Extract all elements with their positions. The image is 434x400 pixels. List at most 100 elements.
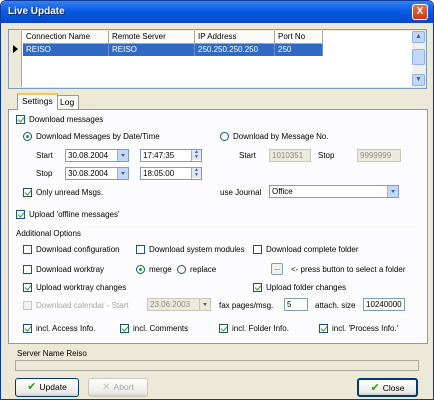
download-complete-folder-label: Download complete folder [266,245,359,254]
update-button[interactable]: ✔ Update [15,378,79,397]
journal-select[interactable]: Office [269,185,399,198]
chevron-down-icon[interactable] [387,186,398,197]
msg-stop-field[interactable]: 9999999 [357,149,401,162]
divider [13,316,423,317]
spinner-icon[interactable]: ▲ ▼ [191,168,201,179]
cell-port-no[interactable]: 250 [275,44,323,56]
server-name-status: Server Name Reiso [17,349,87,358]
download-system-modules-label: Download system modules [149,245,245,254]
stop-time-field[interactable]: 18:05:00 ▲ ▼ [140,167,202,180]
stop-label: Stop [36,169,53,178]
upload-folder-changes-label: Upload folder changes [266,283,347,292]
download-system-modules-checkbox[interactable] [136,245,145,254]
calendar-start-picker[interactable]: 23.06.2003 [147,298,211,311]
grid-scrollbar[interactable]: ▲ ▼ [412,31,425,87]
incl-process-info-checkbox[interactable] [319,324,328,333]
incl-process-info-label: incl. 'Process Info.' [332,324,399,333]
msg-stop-label: Stop [318,151,335,160]
incl-access-info-label: incl. Access Info. [36,324,96,333]
additional-options-heading: Additional Options [16,229,81,238]
update-button-label: Update [39,382,67,392]
use-journal-label: use Journal [220,188,262,197]
upload-offline-label: Upload 'offline messages' [29,210,120,219]
incl-comments-label: incl. Comments [133,324,189,333]
by-number-radio[interactable] [220,132,229,141]
start-time-value: 17:47:35 [143,151,175,160]
divider [13,203,423,204]
attach-size-label: attach. size [315,301,356,310]
download-configuration-checkbox[interactable] [23,245,32,254]
merge-radio[interactable] [136,265,145,274]
by-date-radio[interactable] [23,132,32,141]
fax-pages-label: fax pages/msg. [219,301,274,310]
upload-offline-checkbox[interactable] [16,210,25,219]
journal-value: Office [272,187,293,196]
divider [13,224,423,225]
tab-settings[interactable]: Settings [17,93,58,110]
start-label: Start [36,151,53,160]
column-header-remote-server[interactable]: Remote Server [109,31,195,44]
column-header-port-no[interactable]: Port No [275,31,323,44]
download-worktray-checkbox[interactable] [23,265,32,274]
fax-pages-field[interactable]: 5 [284,298,308,311]
incl-folder-info-label: incl. Folder Info. [232,324,289,333]
window-title: Live Update [8,6,65,17]
start-date-value: 30.08.2004 [68,151,109,160]
scroll-down-icon[interactable]: ▼ [412,74,425,86]
cell-remote-server[interactable]: REISO [109,44,195,56]
title-bar[interactable]: Live Update X [1,1,433,23]
browse-folder-button[interactable]: ... [271,263,283,275]
column-header-connection-name[interactable]: Connection Name [23,31,109,44]
check-icon: ✔ [370,382,380,394]
connection-grid: Connection Name Remote Server IP Address… [8,29,427,89]
scroll-thumb[interactable] [412,49,425,65]
check-icon: ✔ [27,381,37,393]
attach-size-field[interactable]: 10240000 [363,298,405,311]
msg-start-label: Start [239,151,256,160]
download-messages-checkbox[interactable] [16,115,25,124]
cell-ip-address[interactable]: 250.250.250.250 [195,44,275,56]
abort-button[interactable]: ✕ Abort [88,378,148,397]
stop-time-value: 18:05:00 [143,169,175,178]
abort-button-label: Abort [113,382,134,392]
upload-folder-changes-checkbox[interactable] [253,283,262,292]
chevron-down-icon[interactable] [117,150,128,161]
stop-date-picker[interactable]: 30.08.2004 [65,167,129,180]
chevron-down-icon[interactable] [199,299,210,310]
incl-comments-checkbox[interactable] [120,324,129,333]
chevron-down-icon[interactable] [117,168,128,179]
abort-icon: ✕ [102,382,111,393]
spinner-icon[interactable]: ▲ ▼ [191,150,201,161]
msg-start-field[interactable]: 1010351 [269,149,311,162]
by-date-label: Download Messages by Date/Time [36,132,160,141]
stop-date-value: 30.08.2004 [68,169,109,178]
only-unread-label: Only unread Msgs. [36,188,104,197]
download-calendar-label: Download calendar - Start [36,301,129,310]
replace-radio[interactable] [177,265,186,274]
download-complete-folder-checkbox[interactable] [253,245,262,254]
close-button[interactable]: ✔ Close [357,378,418,397]
scroll-up-icon[interactable]: ▲ [412,31,425,43]
incl-access-info-checkbox[interactable] [23,324,32,333]
only-unread-checkbox[interactable] [23,188,32,197]
current-row-arrow-icon [13,45,18,53]
close-button-label: Close [382,383,405,393]
press-button-hint: <- press button to select a folder [291,265,406,274]
by-number-label: Download by Message No. [233,132,329,141]
status-progress-bar [15,360,419,371]
start-time-field[interactable]: 17:47:35 ▲ ▼ [140,149,202,162]
column-header-ip-address[interactable]: IP Address [195,31,275,44]
download-calendar-checkbox[interactable] [23,301,32,310]
start-date-picker[interactable]: 30.08.2004 [65,149,129,162]
upload-worktray-changes-label: Upload worktray changes [36,283,127,292]
live-update-window: Live Update X Connection Name Remote Ser… [0,0,434,400]
download-worktray-label: Download worktray [36,265,105,274]
download-configuration-label: Download configuration [36,245,120,254]
upload-worktray-changes-checkbox[interactable] [23,283,32,292]
download-messages-label: Download messages [29,115,104,124]
cell-connection-name[interactable]: REISO [23,44,109,56]
close-window-button[interactable]: X [412,4,428,20]
calendar-start-value: 23.06.2003 [150,300,191,309]
tab-log[interactable]: Log [55,95,80,109]
incl-folder-info-checkbox[interactable] [219,324,228,333]
